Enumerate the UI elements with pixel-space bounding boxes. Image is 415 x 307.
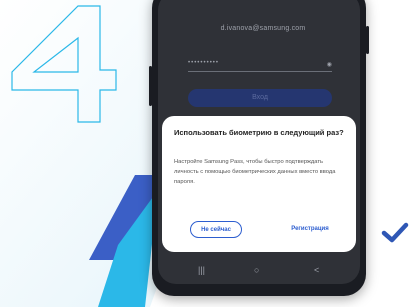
email-field[interactable]: d.ivanova@samsung.com bbox=[188, 25, 338, 32]
not-now-button[interactable]: Не сейчас bbox=[190, 221, 242, 238]
phone-screen: d.ivanova@samsung.com •••••••••• ◉ Вход … bbox=[158, 0, 360, 284]
phone-side-key bbox=[149, 66, 152, 106]
dialog-title: Использовать биометрию в следующий раз? bbox=[174, 128, 344, 137]
password-field[interactable]: •••••••••• ◉ bbox=[188, 59, 332, 72]
eye-icon[interactable]: ◉ bbox=[327, 61, 332, 68]
password-mask: •••••••••• bbox=[188, 60, 220, 66]
dialog-body: Настройте Samsung Pass, чтобы быстро под… bbox=[174, 159, 336, 185]
back-icon[interactable]: < bbox=[314, 265, 319, 275]
recents-icon[interactable]: ||| bbox=[198, 265, 205, 275]
home-icon[interactable]: ○ bbox=[254, 265, 259, 275]
phone-frame: d.ivanova@samsung.com •••••••••• ◉ Вход … bbox=[149, 0, 369, 296]
login-button[interactable]: Вход bbox=[188, 89, 332, 107]
biometrics-dialog: Использовать биометрию в следующий раз? … bbox=[162, 116, 356, 252]
checkmark-icon bbox=[381, 222, 409, 243]
phone-side-key bbox=[366, 26, 369, 54]
navigation-bar: ||| ○ < bbox=[158, 262, 360, 284]
register-button[interactable]: Регистрация bbox=[280, 221, 340, 238]
